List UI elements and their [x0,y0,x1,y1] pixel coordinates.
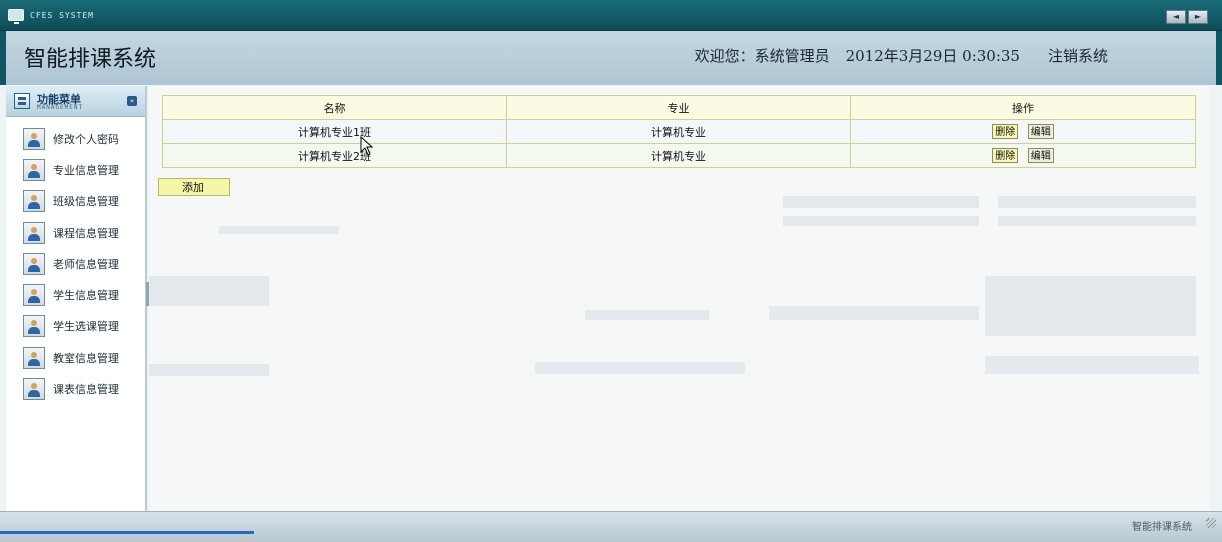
edit-button[interactable]: 编辑 [1027,148,1054,163]
monitor-icon [8,9,24,24]
sidebar-item-course-management[interactable]: 课程信息管理 [6,217,145,248]
window-app-label: CFES SYSTEM [8,9,94,24]
user-icon [23,127,45,150]
sidebar-item-label: 班级信息管理 [53,195,119,209]
user-icon [23,315,45,338]
sidebar-item-class-management[interactable]: 班级信息管理 [6,186,145,217]
status-bar: 智能排课系统 [0,511,1222,542]
cell-major: 计算机专业 [505,119,851,144]
user-icon [23,284,45,307]
cell-actions: 删除 编辑 [849,119,1197,144]
table-row: 计算机专业1班 计算机专业 删除 编辑 [162,119,1197,144]
ghost-artifact [149,276,269,306]
mouse-cursor-icon [360,136,374,156]
page-title: 智能排课系统 [24,47,157,72]
sidebar-item-major-management[interactable]: 专业信息管理 [6,154,145,185]
ghost-artifact [985,356,1199,374]
delete-button[interactable]: 删除 [992,124,1019,139]
sidebar-item-label: 修改个人密码 [53,132,119,146]
cell-actions: 删除 编辑 [849,143,1197,168]
app-window: CFES SYSTEM ◄ ► 智能排课系统 欢迎您：系统管理员 2012年3月… [0,0,1222,542]
header-info: 欢迎您：系统管理员 2012年3月29日 0:30:35 注销系统 [695,45,1108,66]
user-icon [23,252,45,275]
status-progress [0,531,254,534]
welcome-text: 欢迎您：系统管理员 [694,47,830,65]
sidebar-item-timetable-management[interactable]: 课表信息管理 [6,373,145,404]
resize-grip-icon[interactable] [1206,518,1216,528]
ghost-artifact [535,362,745,374]
sidebar-item-label: 课表信息管理 [53,383,119,397]
datetime-text: 2012年3月29日 0:30:35 [845,47,1020,65]
user-icon [23,190,45,213]
ghost-artifact [783,196,979,208]
cell-name: 计算机专业2班 [162,143,507,168]
edit-button[interactable]: 编辑 [1027,124,1054,139]
add-button[interactable]: 添加 [158,178,230,196]
delete-button[interactable]: 删除 [992,148,1019,163]
sidebar-item-course-selection[interactable]: 学生选课管理 [6,311,145,342]
ghost-artifact [149,364,269,376]
table-row: 计算机专业2班 计算机专业 删除 编辑 [162,143,1197,168]
column-header-actions: 操作 [849,95,1197,120]
sidebar-item-change-password[interactable]: 修改个人密码 [6,123,145,154]
main-content: 名称 专业 操作 计算机专业1班 计算机专业 删除 编辑 计算机专业2班 计算机… [149,86,1210,511]
ghost-artifact [998,216,1196,226]
sidebar-menu: 修改个人密码 专业信息管理 班级信息管理 课程信息管理 老师信息管理 学生信息管… [6,117,145,405]
user-icon [23,221,45,244]
sidebar-item-label: 老师信息管理 [53,257,119,271]
sidebar-item-student-management[interactable]: 学生信息管理 [6,279,145,310]
sidebar-item-label: 教室信息管理 [53,351,119,365]
sidebar-header: 功能菜单 MANAGEMENT » [6,86,145,117]
column-header-major: 专业 [505,95,851,120]
cell-major: 计算机专业 [505,143,851,168]
nav-prev-button[interactable]: ◄ [1166,10,1186,24]
sidebar-item-classroom-management[interactable]: 教室信息管理 [6,342,145,373]
user-icon [23,378,45,401]
ghost-artifact [998,196,1196,208]
ghost-artifact [585,310,709,320]
ghost-artifact [985,276,1196,336]
window-titlebar: CFES SYSTEM ◄ ► [0,0,1222,31]
ghost-artifact [783,216,979,226]
window-title: CFES SYSTEM [30,10,94,20]
sidebar-item-label: 专业信息管理 [53,163,119,177]
page-header: 智能排课系统 欢迎您：系统管理员 2012年3月29日 0:30:35 注销系统 [0,31,1222,85]
user-icon [23,346,45,369]
sidebar-item-label: 学生选课管理 [53,320,119,334]
ghost-artifact [769,306,979,320]
collapse-icon[interactable]: » [127,96,137,106]
logout-link[interactable]: 注销系统 [1048,45,1108,66]
column-header-name: 名称 [162,95,507,120]
ghost-artifact [219,226,339,234]
class-table: 名称 专业 操作 计算机专业1班 计算机专业 删除 编辑 计算机专业2班 计算机… [162,95,1197,168]
nav-next-button[interactable]: ► [1188,10,1208,24]
window-nav: ◄ ► [1166,10,1208,24]
sidebar-item-label: 课程信息管理 [53,226,119,240]
sidebar-item-teacher-management[interactable]: 老师信息管理 [6,248,145,279]
sidebar-item-label: 学生信息管理 [53,289,119,303]
user-icon [23,158,45,181]
footer-text: 智能排课系统 [1132,522,1192,533]
sidebar-subtitle: MANAGEMENT [37,104,84,111]
table-header-row: 名称 专业 操作 [162,95,1197,120]
cell-name: 计算机专业1班 [162,119,507,144]
menu-icon [14,93,30,109]
sidebar: 功能菜单 MANAGEMENT » 修改个人密码 专业信息管理 班级信息管理 课… [6,86,147,511]
